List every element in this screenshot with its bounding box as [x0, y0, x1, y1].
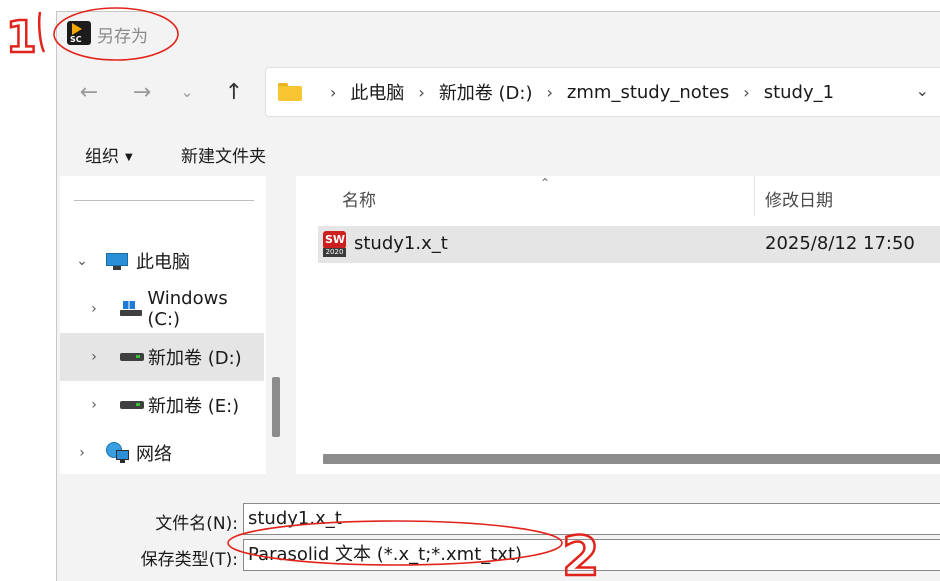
- nav-item-label: 此电脑: [136, 252, 190, 273]
- breadcrumb-separator-icon: ›: [418, 82, 425, 102]
- arrow-up-icon: ↑: [224, 79, 244, 105]
- app-logo-icon: SC: [67, 21, 91, 45]
- chevron-right-icon[interactable]: ›: [87, 397, 101, 413]
- breadcrumb-item[interactable]: 此电脑: [350, 79, 404, 105]
- chevron-down-icon: ⌄: [915, 81, 929, 100]
- breadcrumb-separator-icon: ›: [546, 82, 553, 102]
- command-bar: 组织 ▼ 新建文件夹: [57, 130, 940, 176]
- save-as-dialog: SC 另存为 ← → ⌄ ↑ › 此电脑 › 新加卷 (D:) › zmm_st…: [56, 11, 940, 581]
- address-bar[interactable]: › 此电脑 › 新加卷 (D:) › zmm_study_notes › stu…: [265, 67, 940, 117]
- table-row[interactable]: SW 2020 study1.x_t 2025/8/12 17:50: [318, 226, 940, 263]
- save-form: 文件名(N): study1.x_t 保存类型(T): Parasolid 文本…: [57, 474, 940, 581]
- chevron-right-icon[interactable]: ›: [87, 301, 101, 317]
- column-header-name[interactable]: 名称: [342, 186, 376, 211]
- nav-item-this-pc[interactable]: ⌄ 此电脑: [60, 237, 264, 285]
- organize-button[interactable]: 组织 ▼: [85, 142, 133, 167]
- file-list: ⌃ 名称 修改日期 SW 2020 study1.x_t 2025/8/12 1…: [296, 176, 940, 474]
- breadcrumb-separator-icon: ›: [743, 82, 750, 102]
- breadcrumb-item[interactable]: 新加卷 (D:): [439, 79, 533, 105]
- scrollbar-thumb[interactable]: [272, 377, 280, 437]
- navigation-row: ← → ⌄ ↑ › 此电脑 › 新加卷 (D:) › zmm_study_not…: [57, 54, 940, 130]
- network-icon: [106, 442, 130, 464]
- chevron-down-icon[interactable]: ⌄: [75, 253, 89, 269]
- divider: [74, 200, 254, 201]
- sort-ascending-icon: ⌃: [540, 176, 551, 190]
- up-button[interactable]: ↑: [218, 76, 250, 108]
- address-dropdown-button[interactable]: ⌄: [916, 81, 929, 100]
- back-button[interactable]: ←: [73, 76, 105, 108]
- forward-button[interactable]: →: [126, 76, 158, 108]
- navigation-pane-scrollbar[interactable]: [266, 176, 286, 474]
- breadcrumb-separator-icon: ›: [330, 82, 337, 102]
- organize-label: 组织: [85, 147, 119, 167]
- chevron-right-icon[interactable]: ›: [75, 445, 89, 461]
- filetype-select[interactable]: Parasolid 文本 (*.x_t;*.xmt_txt): [243, 539, 940, 571]
- filename-input[interactable]: study1.x_t: [243, 503, 940, 535]
- windows-drive-icon: [119, 301, 142, 317]
- title-bar: SC 另存为: [57, 12, 940, 54]
- column-header-date[interactable]: 修改日期: [765, 186, 833, 211]
- window-title: 另存为: [97, 27, 148, 47]
- new-folder-button[interactable]: 新建文件夹: [181, 142, 266, 167]
- navigation-pane: ⌄ 此电脑 › Windows (C:) › 新加卷 (D:) › 新加卷 (E…: [60, 176, 266, 474]
- nav-item-label: 网络: [136, 444, 172, 465]
- breadcrumb: › 此电脑 › 新加卷 (D:) › zmm_study_notes › stu…: [278, 68, 834, 116]
- recent-locations-button[interactable]: ⌄: [171, 76, 203, 108]
- column-divider[interactable]: [754, 176, 755, 216]
- drive-icon: [120, 353, 144, 361]
- chevron-right-icon[interactable]: ›: [87, 349, 101, 365]
- nav-item-network[interactable]: › 网络: [60, 429, 264, 477]
- folder-icon: [278, 83, 302, 101]
- nav-item-label: 新加卷 (D:): [148, 348, 242, 369]
- horizontal-scrollbar[interactable]: [323, 454, 940, 464]
- arrow-left-icon: ←: [79, 79, 99, 105]
- file-name: study1.x_t: [354, 233, 448, 254]
- nav-item-drive-c[interactable]: › Windows (C:): [60, 285, 264, 333]
- breadcrumb-item[interactable]: study_1: [764, 82, 834, 103]
- computer-icon: [106, 252, 128, 270]
- nav-item-drive-e[interactable]: › 新加卷 (E:): [60, 381, 264, 429]
- nav-item-label: Windows (C:): [147, 288, 228, 330]
- breadcrumb-item[interactable]: zmm_study_notes: [567, 82, 729, 103]
- chevron-down-icon: ⌄: [180, 83, 194, 101]
- arrow-right-icon: →: [132, 79, 152, 105]
- solidworks-file-icon: SW 2020: [323, 231, 346, 257]
- drive-icon: [120, 401, 144, 409]
- nav-item-drive-d[interactable]: › 新加卷 (D:): [60, 333, 264, 381]
- file-modified-date: 2025/8/12 17:50: [765, 233, 915, 254]
- left-margin: [0, 0, 56, 581]
- caret-down-icon: ▼: [125, 151, 133, 163]
- filename-label: 文件名(N):: [155, 514, 238, 534]
- nav-item-label: 新加卷 (E:): [148, 396, 240, 417]
- filetype-label: 保存类型(T):: [140, 550, 238, 570]
